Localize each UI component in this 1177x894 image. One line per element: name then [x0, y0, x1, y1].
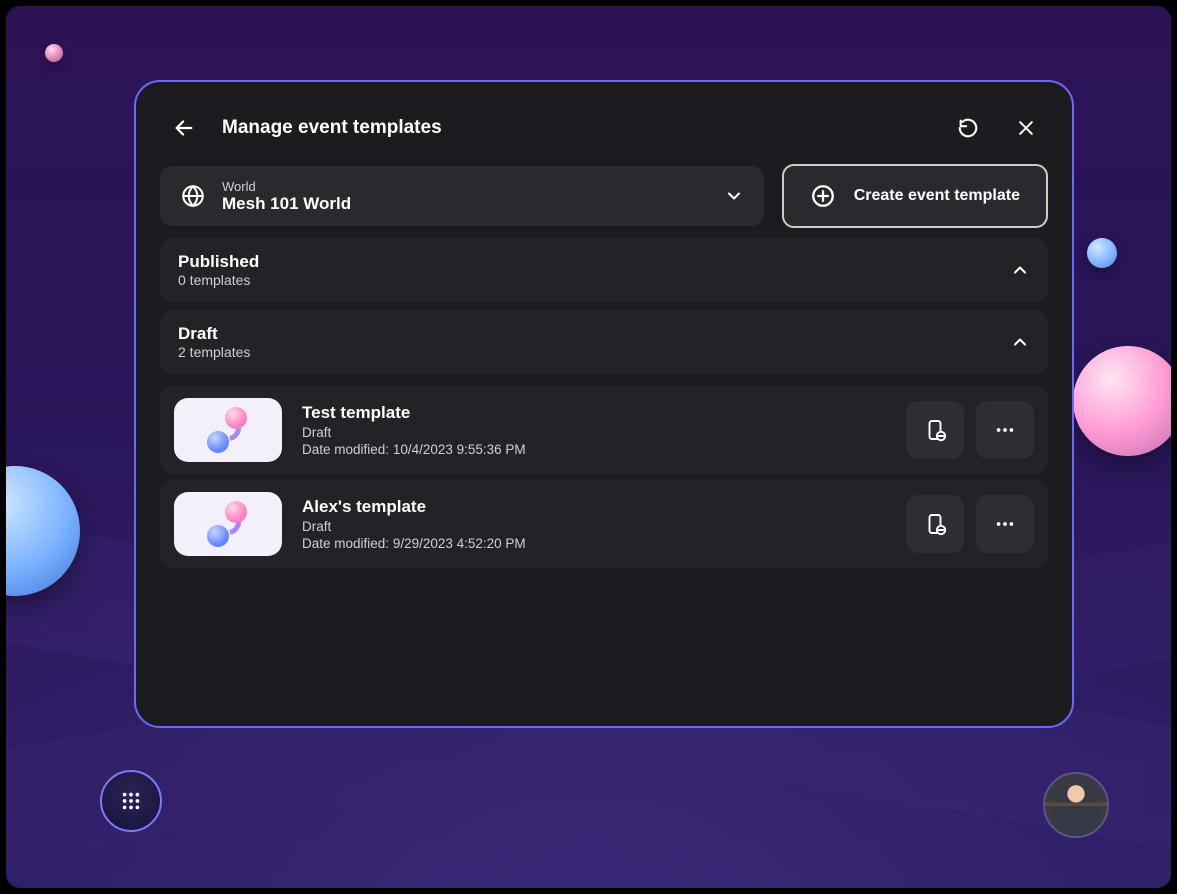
unpublish-button[interactable]	[906, 401, 964, 459]
more-options-button[interactable]	[976, 495, 1034, 553]
world-and-create-row: World Mesh 101 World Create event templa…	[160, 164, 1048, 228]
template-status: Draft	[302, 425, 886, 440]
close-icon	[1016, 118, 1036, 138]
template-date-modified-value: 9/29/2023 4:52:20 PM	[393, 536, 526, 551]
section-published-title: Published	[178, 252, 1010, 272]
arrow-left-icon	[173, 117, 195, 139]
refresh-button[interactable]	[950, 110, 986, 146]
section-published-header[interactable]: Published 0 templates	[160, 238, 1048, 302]
more-options-button[interactable]	[976, 401, 1034, 459]
template-thumbnail	[174, 398, 282, 462]
world-selector-labels: World Mesh 101 World	[222, 179, 708, 214]
window-header: Manage event templates	[160, 106, 1048, 164]
dashboard-menu-button[interactable]	[100, 770, 162, 832]
chevron-up-icon	[1010, 260, 1030, 280]
world-selector-label: World	[222, 179, 708, 194]
close-button[interactable]	[1008, 110, 1044, 146]
manage-templates-window: Manage event templates World Mesh 101 Wo…	[134, 80, 1074, 728]
profile-avatar-button[interactable]	[1043, 772, 1109, 838]
ellipsis-icon	[994, 419, 1016, 441]
section-draft-labels: Draft 2 templates	[178, 324, 1010, 360]
mesh-logo-icon	[205, 407, 251, 453]
draft-template-list: Test template Draft Date modified: 10/4/…	[160, 386, 1048, 568]
decor-bubble	[45, 44, 63, 62]
template-info: Alex's template Draft Date modified: 9/2…	[302, 497, 886, 551]
chevron-up-icon	[1010, 332, 1030, 352]
chevron-down-icon	[724, 186, 744, 206]
refresh-icon	[957, 117, 979, 139]
section-published-labels: Published 0 templates	[178, 252, 1010, 288]
template-thumbnail	[174, 492, 282, 556]
template-name: Test template	[302, 403, 886, 423]
plus-circle-icon	[810, 183, 836, 209]
window-header-actions	[950, 110, 1044, 146]
grid-dots-icon	[120, 790, 142, 812]
window-title: Manage event templates	[222, 117, 930, 139]
section-draft-header[interactable]: Draft 2 templates	[160, 310, 1048, 374]
template-name: Alex's template	[302, 497, 886, 517]
template-row[interactable]: Test template Draft Date modified: 10/4/…	[160, 386, 1048, 474]
app-backdrop: Manage event templates World Mesh 101 Wo…	[6, 6, 1171, 888]
unpublish-button[interactable]	[906, 495, 964, 553]
device-remove-icon	[923, 418, 947, 442]
template-status: Draft	[302, 519, 886, 534]
back-button[interactable]	[166, 110, 202, 146]
globe-icon	[180, 183, 206, 209]
template-row-actions	[906, 495, 1034, 553]
section-published-subtitle: 0 templates	[178, 272, 1010, 288]
template-date-modified: Date modified: 10/4/2023 9:55:36 PM	[302, 442, 886, 457]
device-remove-icon	[923, 512, 947, 536]
template-date-modified-value: 10/4/2023 9:55:36 PM	[393, 442, 526, 457]
create-event-template-label: Create event template	[854, 187, 1020, 205]
world-selector[interactable]: World Mesh 101 World	[160, 166, 764, 226]
mesh-logo-icon	[205, 501, 251, 547]
template-info: Test template Draft Date modified: 10/4/…	[302, 403, 886, 457]
section-draft-subtitle: 2 templates	[178, 344, 1010, 360]
template-date-modified-label: Date modified:	[302, 536, 393, 551]
decor-bubble	[1087, 238, 1117, 268]
template-date-modified-label: Date modified:	[302, 442, 393, 457]
template-row[interactable]: Alex's template Draft Date modified: 9/2…	[160, 480, 1048, 568]
section-draft-title: Draft	[178, 324, 1010, 344]
ellipsis-icon	[994, 513, 1016, 535]
sections: Published 0 templates Draft 2 templates	[160, 238, 1048, 568]
world-selector-value: Mesh 101 World	[222, 194, 708, 214]
avatar-icon	[1045, 774, 1107, 836]
template-row-actions	[906, 401, 1034, 459]
template-date-modified: Date modified: 9/29/2023 4:52:20 PM	[302, 536, 886, 551]
create-event-template-button[interactable]: Create event template	[782, 164, 1048, 228]
